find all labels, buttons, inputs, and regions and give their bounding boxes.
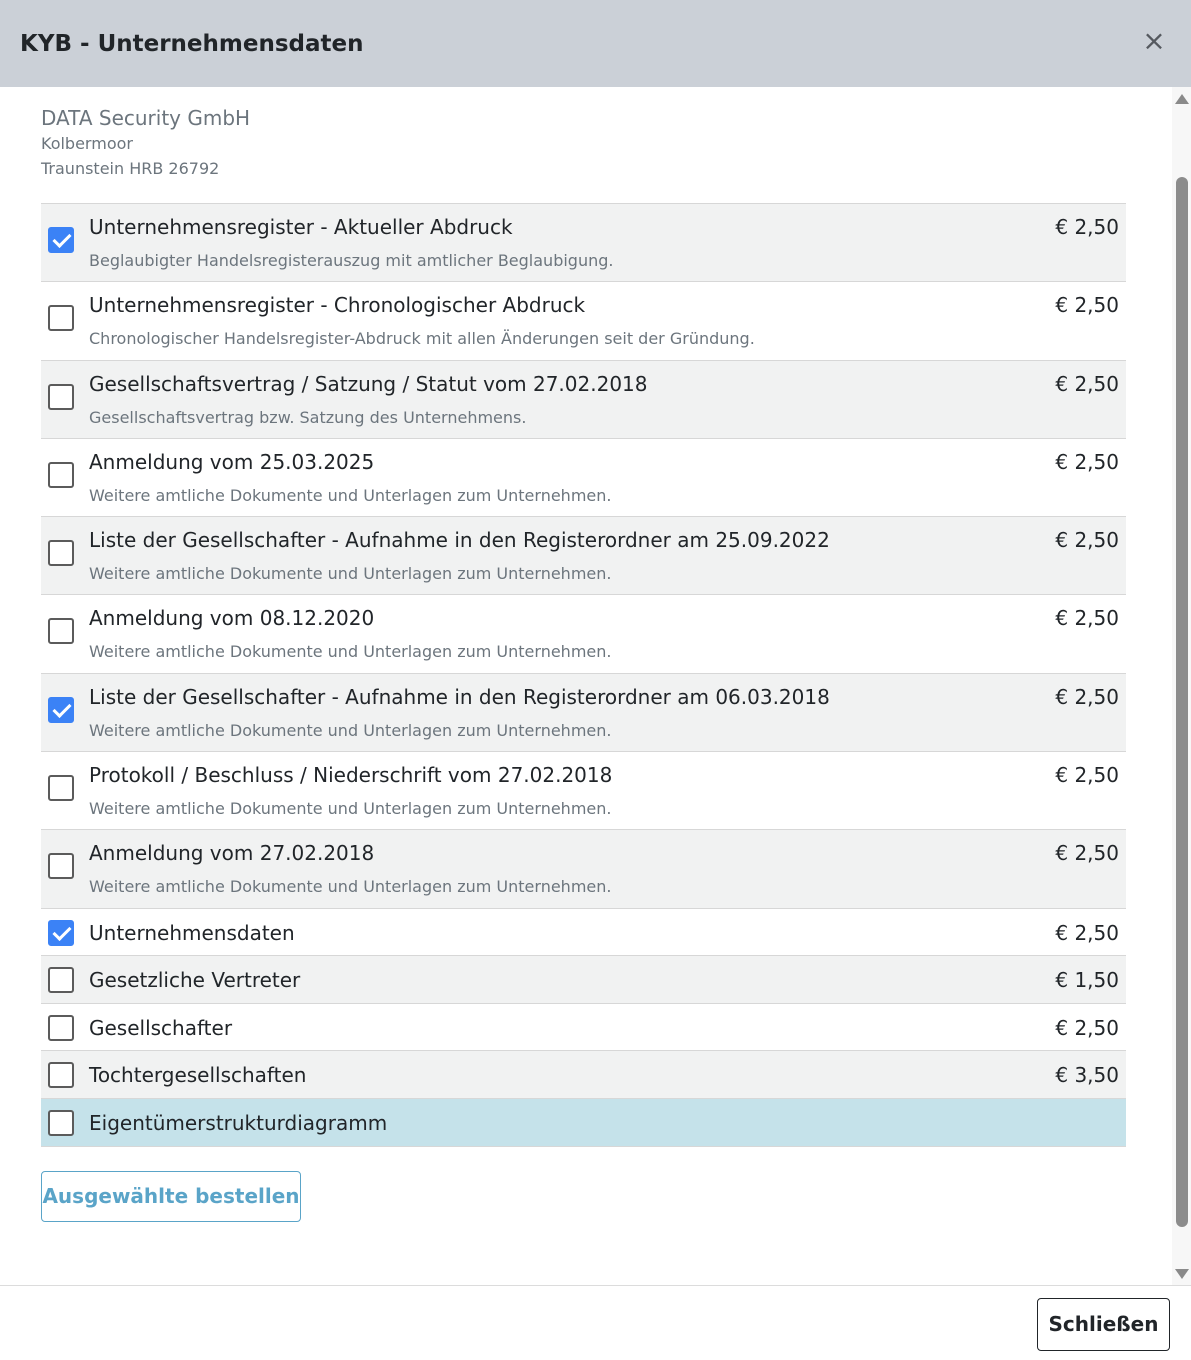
item-price: € 2,50 <box>1055 528 1119 553</box>
list-item[interactable]: Eigentümerstrukturdiagramm <box>41 1099 1126 1147</box>
list-item[interactable]: Anmeldung vom 08.12.2020 Weitere amtlich… <box>41 595 1126 674</box>
item-checkbox[interactable] <box>48 775 74 802</box>
item-description: Weitere amtliche Dokumente und Unterlage… <box>89 564 612 584</box>
company-register: Traunstein HRB 26792 <box>41 159 220 178</box>
item-checkbox[interactable] <box>48 305 74 332</box>
item-checkbox[interactable] <box>48 383 74 410</box>
item-title: Gesellschaftsvertrag / Satzung / Statut … <box>89 371 648 396</box>
item-description: Weitere amtliche Dokumente und Unterlage… <box>89 485 612 505</box>
list-item[interactable]: Tochtergesellschaften € 3,50 <box>41 1051 1126 1100</box>
item-checkbox[interactable] <box>48 540 74 567</box>
list-item[interactable]: Unternehmensregister - Aktueller Abdruck… <box>41 204 1126 283</box>
item-checkbox[interactable] <box>48 919 74 946</box>
item-checkbox[interactable] <box>48 461 74 488</box>
item-checkbox[interactable] <box>48 967 74 994</box>
list-item[interactable]: Gesellschafter € 2,50 <box>41 1003 1126 1052</box>
item-description: Weitere amtliche Dokumente und Unterlage… <box>89 720 612 740</box>
item-price: € 3,50 <box>1055 1063 1119 1088</box>
item-description: Beglaubigter Handelsregisterauszug mit a… <box>89 251 614 270</box>
modal-footer: Schließen <box>0 1285 1191 1360</box>
list-item[interactable]: Gesetzliche Vertreter € 1,50 <box>41 956 1126 1004</box>
close-button[interactable]: Schließen <box>1037 1298 1170 1351</box>
item-title: Protokoll / Beschluss / Niederschrift vo… <box>89 763 613 788</box>
scroll-thumb[interactable] <box>1176 177 1188 1227</box>
item-price: € 2,50 <box>1055 606 1119 631</box>
company-name: DATA Security GmbH <box>41 106 251 130</box>
item-checkbox[interactable] <box>48 1110 74 1137</box>
close-icon[interactable]: × <box>1139 26 1169 56</box>
kyb-modal: KYB - Unternehmensdaten × DATA Security … <box>0 0 1191 1360</box>
item-price: € 1,50 <box>1055 968 1119 993</box>
item-title: Anmeldung vom 25.03.2025 <box>89 449 375 474</box>
item-price: € 2,50 <box>1055 841 1119 866</box>
item-checkbox[interactable] <box>48 227 74 253</box>
item-price: € 2,50 <box>1055 293 1119 318</box>
list-item[interactable]: Protokoll / Beschluss / Niederschrift vo… <box>41 752 1126 831</box>
item-checkbox[interactable] <box>48 1014 74 1041</box>
item-price: € 2,50 <box>1055 763 1119 788</box>
company-info: DATA Security GmbH Kolbermoor Traunstein… <box>41 105 250 181</box>
item-description: Gesellschaftsvertrag bzw. Satzung des Un… <box>89 407 527 427</box>
item-price: € 2,50 <box>1055 215 1119 239</box>
item-title: Unternehmensregister - Chronologischer A… <box>89 293 586 318</box>
item-title: Liste der Gesellschafter - Aufnahme in d… <box>89 528 830 553</box>
modal-header: KYB - Unternehmensdaten × <box>0 0 1191 87</box>
item-checkbox[interactable] <box>48 1062 74 1089</box>
modal-body[interactable]: DATA Security GmbH Kolbermoor Traunstein… <box>0 87 1172 1285</box>
item-title: Anmeldung vom 08.12.2020 <box>89 606 375 631</box>
item-description: Weitere amtliche Dokumente und Unterlage… <box>89 799 612 819</box>
scrollbar[interactable] <box>1172 87 1191 1285</box>
list-item[interactable]: Gesellschaftsvertrag / Satzung / Statut … <box>41 360 1126 439</box>
item-price: € 2,50 <box>1055 684 1119 709</box>
item-title: Anmeldung vom 27.02.2018 <box>89 841 375 866</box>
list-item[interactable]: Anmeldung vom 25.03.2025 Weitere amtlich… <box>41 438 1126 518</box>
item-description: Weitere amtliche Dokumente und Unterlage… <box>89 877 612 897</box>
list-item[interactable]: Liste der Gesellschafter - Aufnahme in d… <box>41 517 1126 596</box>
company-city: Kolbermoor <box>41 134 133 153</box>
item-description: Weitere amtliche Dokumente und Unterlage… <box>89 642 612 662</box>
item-title: Eigentümerstrukturdiagramm <box>89 1111 388 1136</box>
scroll-down-icon[interactable] <box>1175 1269 1189 1279</box>
item-title: Unternehmensregister - Aktueller Abdruck <box>89 215 513 239</box>
item-price: € 2,50 <box>1055 371 1119 396</box>
item-title: Unternehmensdaten <box>89 920 295 945</box>
item-description: Chronologischer Handelsregister-Abdruck … <box>89 329 755 349</box>
item-checkbox[interactable] <box>48 618 74 645</box>
item-price: € 2,50 <box>1055 1015 1119 1040</box>
document-list: Unternehmensregister - Aktueller Abdruck… <box>41 203 1126 1147</box>
item-title: Gesellschafter <box>89 1015 233 1040</box>
list-item[interactable]: Anmeldung vom 27.02.2018 Weitere amtlich… <box>41 830 1126 909</box>
item-checkbox[interactable] <box>48 853 74 880</box>
list-item[interactable]: Unternehmensregister - Chronologischer A… <box>41 282 1126 361</box>
list-item[interactable]: Unternehmensdaten € 2,50 <box>41 908 1126 957</box>
item-checkbox[interactable] <box>48 696 74 723</box>
item-price: € 2,50 <box>1055 449 1119 474</box>
item-title: Gesetzliche Vertreter <box>89 968 301 993</box>
list-item[interactable]: Liste der Gesellschafter - Aufnahme in d… <box>41 673 1126 753</box>
item-title: Tochtergesellschaften <box>89 1063 307 1088</box>
modal-title: KYB - Unternehmensdaten <box>20 31 364 57</box>
scroll-up-icon[interactable] <box>1175 94 1189 104</box>
item-title: Liste der Gesellschafter - Aufnahme in d… <box>89 684 830 709</box>
order-selected-button[interactable]: Ausgewählte bestellen <box>41 1171 301 1222</box>
item-price: € 2,50 <box>1055 920 1119 945</box>
